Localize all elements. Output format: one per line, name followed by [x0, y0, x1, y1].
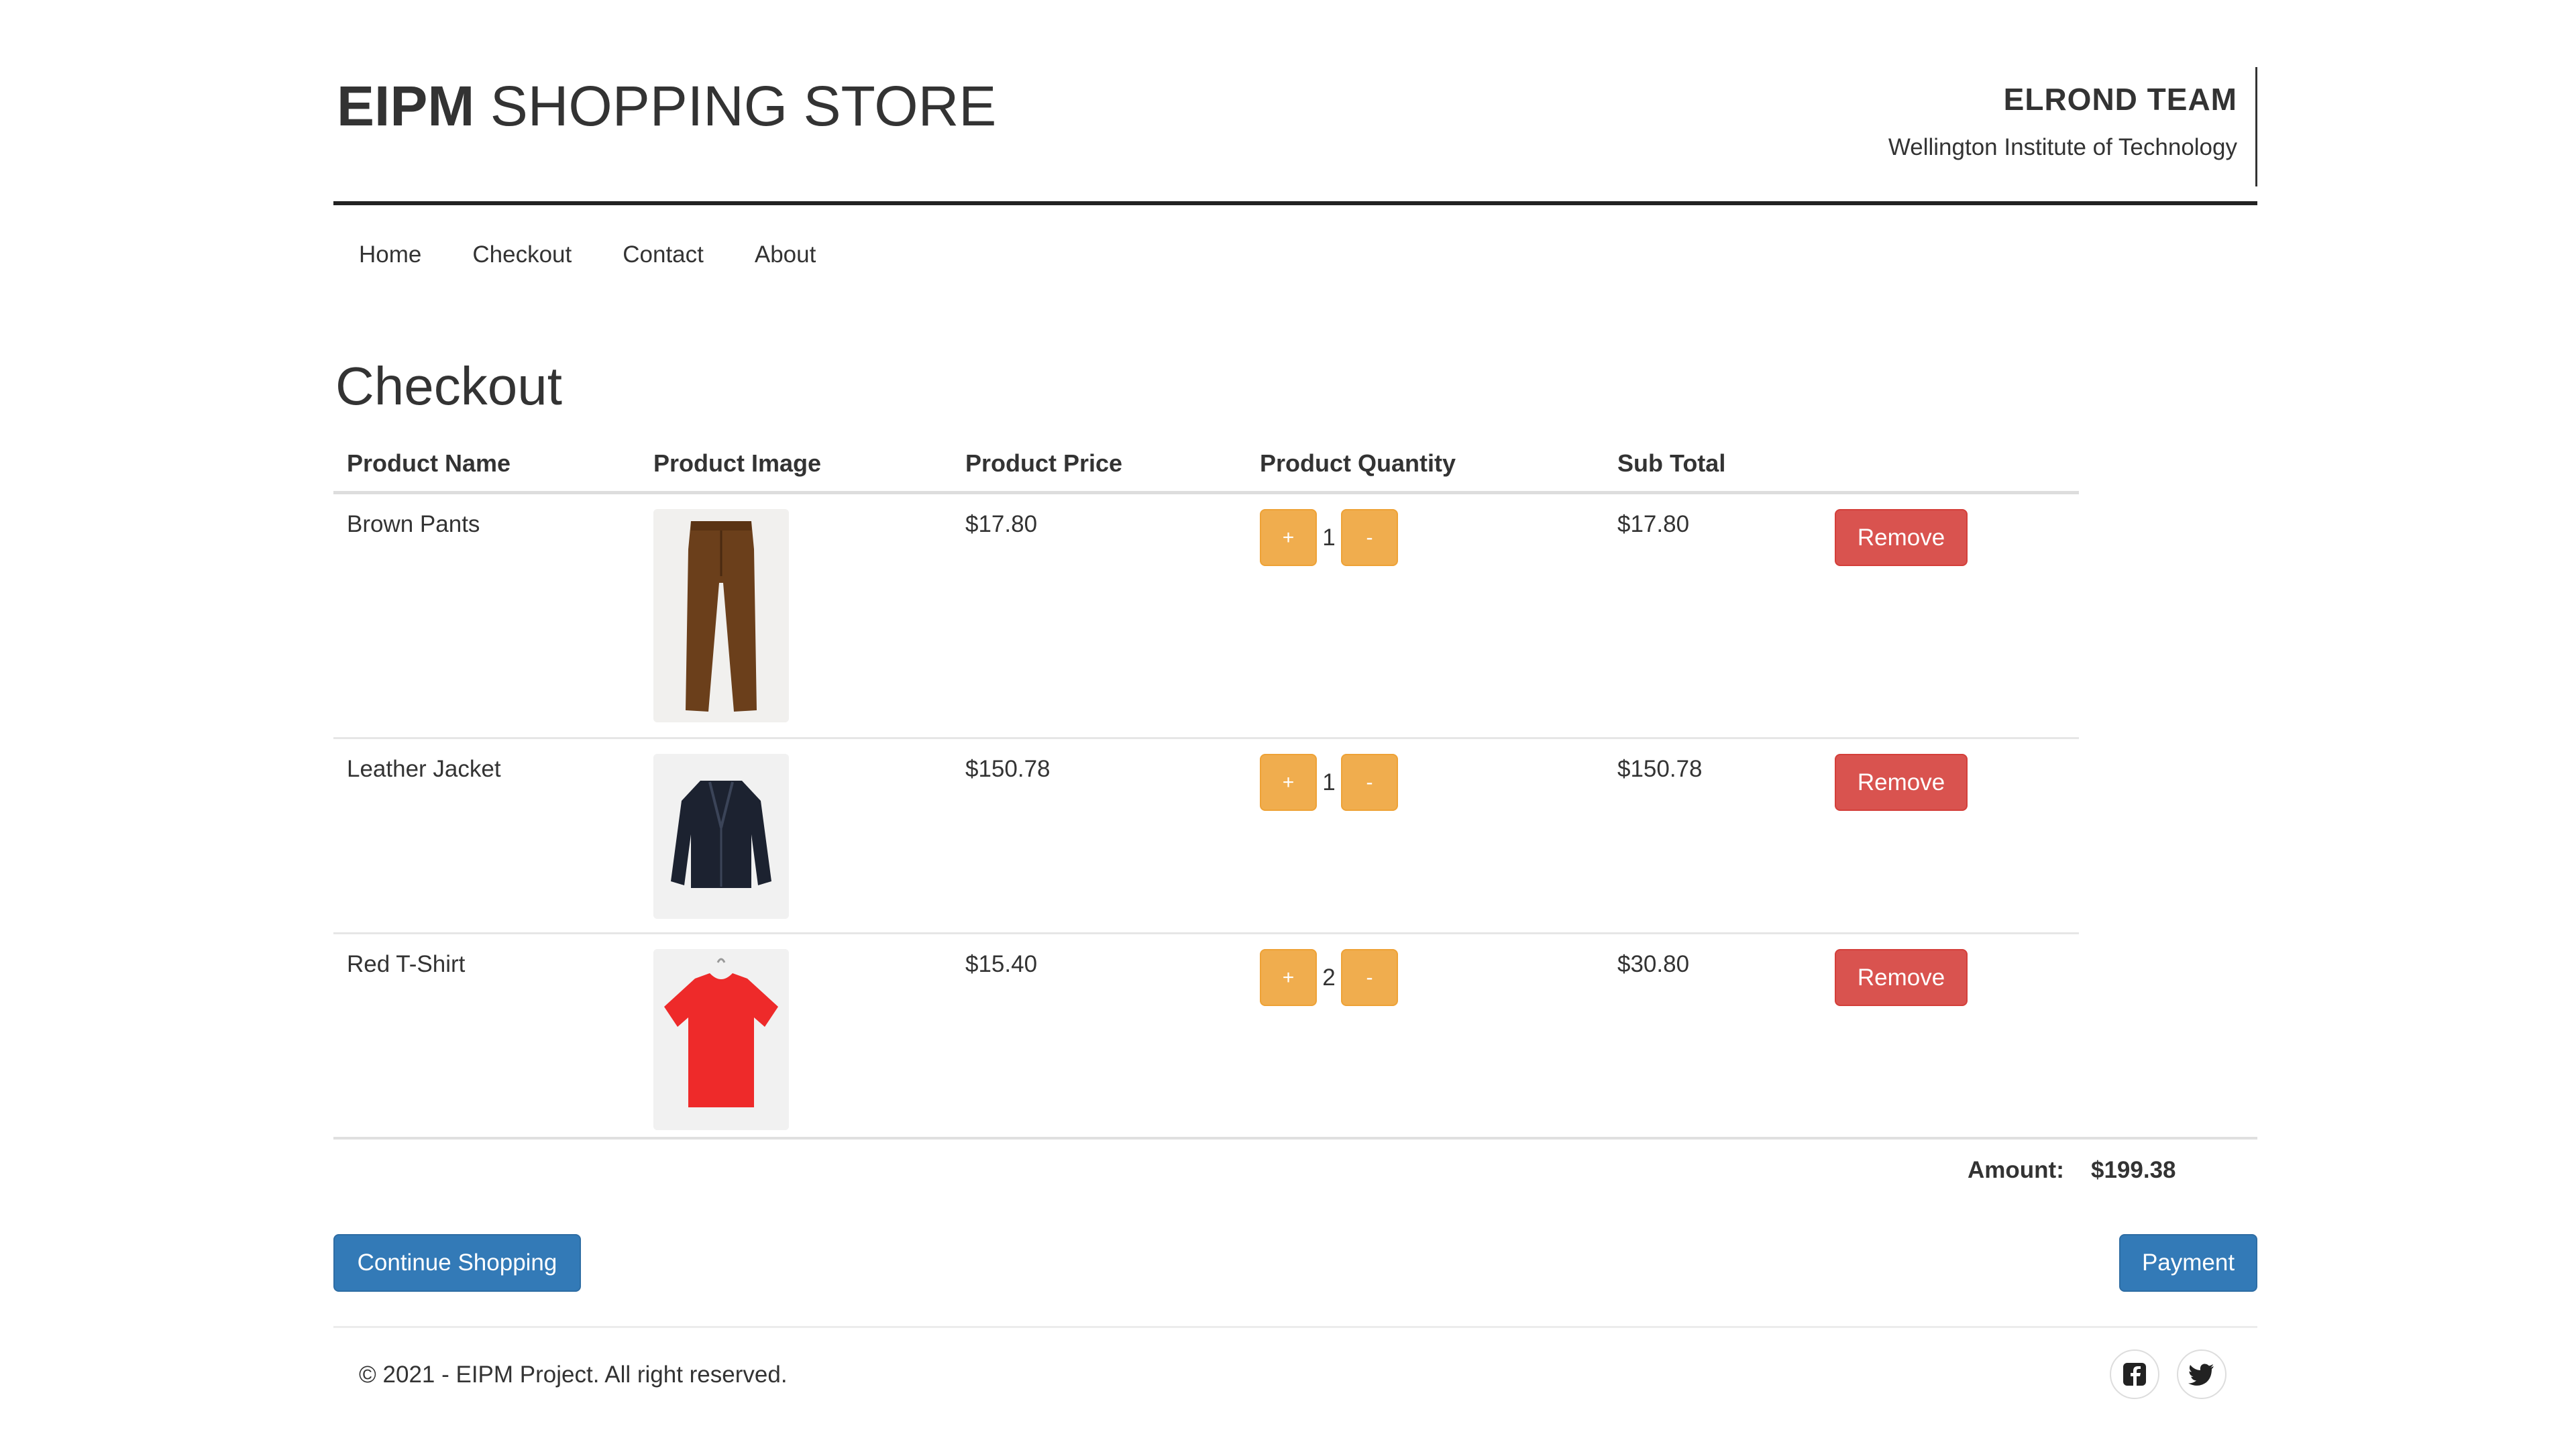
table-row: Red T-Shirt $15.40 + 2 - $30.80 Remove: [333, 934, 2079, 1144]
team-info: ELROND TEAM Wellington Institute of Tech…: [1888, 79, 2237, 164]
product-image-cell: [653, 509, 789, 722]
product-image-cell: [653, 754, 789, 919]
header-product-image: Product Image: [653, 449, 822, 477]
remove-button[interactable]: Remove: [1835, 754, 1968, 811]
main-nav: Home Checkout Contact About: [333, 235, 841, 275]
quantity-stepper: + 2 -: [1260, 949, 1398, 1006]
total-divider: [333, 1137, 2257, 1140]
continue-shopping-button[interactable]: Continue Shopping: [333, 1234, 581, 1292]
store-title: EIPM SHOPPING STORE: [337, 72, 996, 140]
quantity-value: 1: [1322, 524, 1336, 551]
red-tshirt-image: [653, 949, 789, 1130]
product-subtotal: $150.78: [1617, 756, 1703, 782]
quantity-stepper: + 1 -: [1260, 754, 1398, 811]
nav-about[interactable]: About: [729, 235, 841, 275]
remove-button[interactable]: Remove: [1835, 949, 1968, 1006]
quantity-value: 2: [1322, 964, 1336, 991]
product-name: Brown Pants: [347, 511, 480, 537]
header-product-name: Product Name: [347, 449, 511, 477]
quantity-minus-button[interactable]: -: [1341, 509, 1398, 566]
table-header: Product Name Product Image Product Price…: [333, 436, 2079, 494]
twitter-icon[interactable]: [2177, 1349, 2226, 1399]
store-title-rest: SHOPPING STORE: [490, 74, 997, 137]
quantity-minus-button[interactable]: -: [1341, 949, 1398, 1006]
remove-cell: Remove: [1835, 754, 1968, 811]
page: EIPM SHOPPING STORE ELROND TEAM Wellingt…: [333, 0, 2257, 1440]
remove-cell: Remove: [1835, 509, 1968, 566]
remove-button[interactable]: Remove: [1835, 509, 1968, 566]
amount-value: $199.38: [2091, 1157, 2176, 1183]
product-name: Leather Jacket: [347, 756, 501, 782]
quantity-plus-button[interactable]: +: [1260, 949, 1317, 1006]
table-row: Leather Jacket $150.78 + 1 - $150.78 Rem…: [333, 739, 2079, 934]
product-price: $15.40: [965, 951, 1038, 977]
quantity-plus-button[interactable]: +: [1260, 754, 1317, 811]
product-subtotal: $17.80: [1617, 511, 1690, 537]
copyright-text: © 2021 - EIPM Project. All right reserve…: [359, 1362, 788, 1388]
quantity-plus-button[interactable]: +: [1260, 509, 1317, 566]
remove-cell: Remove: [1835, 949, 1968, 1006]
product-image-cell: [653, 949, 789, 1130]
footer-divider: [333, 1326, 2257, 1328]
header-product-price: Product Price: [965, 449, 1123, 477]
header-divider: [333, 201, 2257, 205]
header-product-quantity: Product Quantity: [1260, 449, 1456, 477]
quantity-value: 1: [1322, 769, 1336, 795]
brown-pants-image: [653, 509, 789, 722]
header-sub-total: Sub Total: [1617, 449, 1726, 477]
page-title: Checkout: [335, 356, 562, 416]
quantity-stepper: + 1 -: [1260, 509, 1398, 566]
nav-checkout[interactable]: Checkout: [447, 235, 597, 275]
twitter-glyph: [2188, 1364, 2214, 1386]
product-name: Red T-Shirt: [347, 951, 466, 977]
product-subtotal: $30.80: [1617, 951, 1690, 977]
facebook-icon[interactable]: [2110, 1349, 2159, 1399]
product-price: $150.78: [965, 756, 1051, 782]
store-title-bold: EIPM: [337, 74, 475, 137]
facebook-glyph: [2123, 1363, 2146, 1386]
leather-jacket-image: [653, 754, 789, 919]
team-name: ELROND TEAM: [2003, 82, 2237, 117]
payment-button[interactable]: Payment: [2119, 1234, 2257, 1292]
nav-contact[interactable]: Contact: [597, 235, 729, 275]
nav-home[interactable]: Home: [333, 235, 447, 275]
table-row: Brown Pants $17.80 + 1 - $17.80 Remove: [333, 494, 2079, 739]
header-vertical-divider: [2255, 67, 2257, 186]
product-price: $17.80: [965, 511, 1038, 537]
quantity-minus-button[interactable]: -: [1341, 754, 1398, 811]
cart-table: Product Name Product Image Product Price…: [333, 436, 2079, 1144]
amount-label: Amount:: [1968, 1157, 2064, 1183]
institute-name: Wellington Institute of Technology: [1888, 134, 2237, 160]
